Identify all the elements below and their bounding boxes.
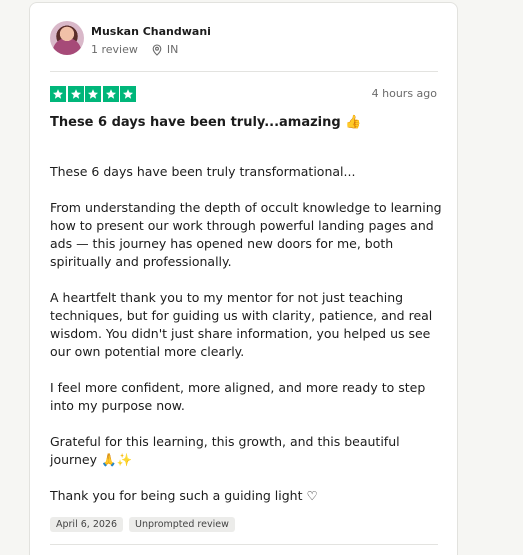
reviewer-name[interactable]: Muskan Chandwani: [91, 25, 211, 38]
star-icon: [67, 86, 84, 102]
footer-divider: [50, 544, 438, 545]
review-paragraph: Grateful for this learning, this growth,…: [50, 434, 400, 467]
star-icon: [85, 86, 101, 102]
review-count: 1 review: [91, 43, 138, 56]
review-paragraph: These 6 days have been truly transformat…: [50, 164, 356, 179]
review-paragraph: A heartfelt thank you to my mentor for n…: [50, 290, 433, 359]
review-paragraph: Thank you for being such a guiding light…: [50, 488, 318, 503]
star-icon: [120, 86, 136, 102]
avatar[interactable]: [50, 21, 84, 55]
review-time: 4 hours ago: [371, 87, 437, 100]
reviewer-meta: 1 review IN: [91, 43, 178, 56]
review-paragraph: From understanding the depth of occult k…: [50, 200, 442, 269]
unprompted-review-tag[interactable]: Unprompted review: [129, 517, 235, 532]
review-card: Muskan Chandwani 1 review IN 4 hours ago…: [29, 2, 458, 555]
star-rating: [50, 86, 138, 102]
reviewer-location: IN: [152, 43, 178, 56]
review-date-tag: April 6, 2026: [50, 517, 123, 532]
review-paragraph: I feel more confident, more aligned, and…: [50, 380, 426, 413]
review-tags: April 6, 2026 Unprompted review: [50, 517, 241, 532]
header-divider: [50, 71, 438, 72]
star-icon: [102, 86, 119, 102]
location-label: IN: [166, 43, 179, 56]
location-pin-icon: [152, 43, 162, 56]
review-title[interactable]: These 6 days have been truly...amazing 👍: [50, 115, 361, 130]
review-body: These 6 days have been truly transformat…: [50, 163, 445, 505]
star-icon: [50, 86, 66, 102]
